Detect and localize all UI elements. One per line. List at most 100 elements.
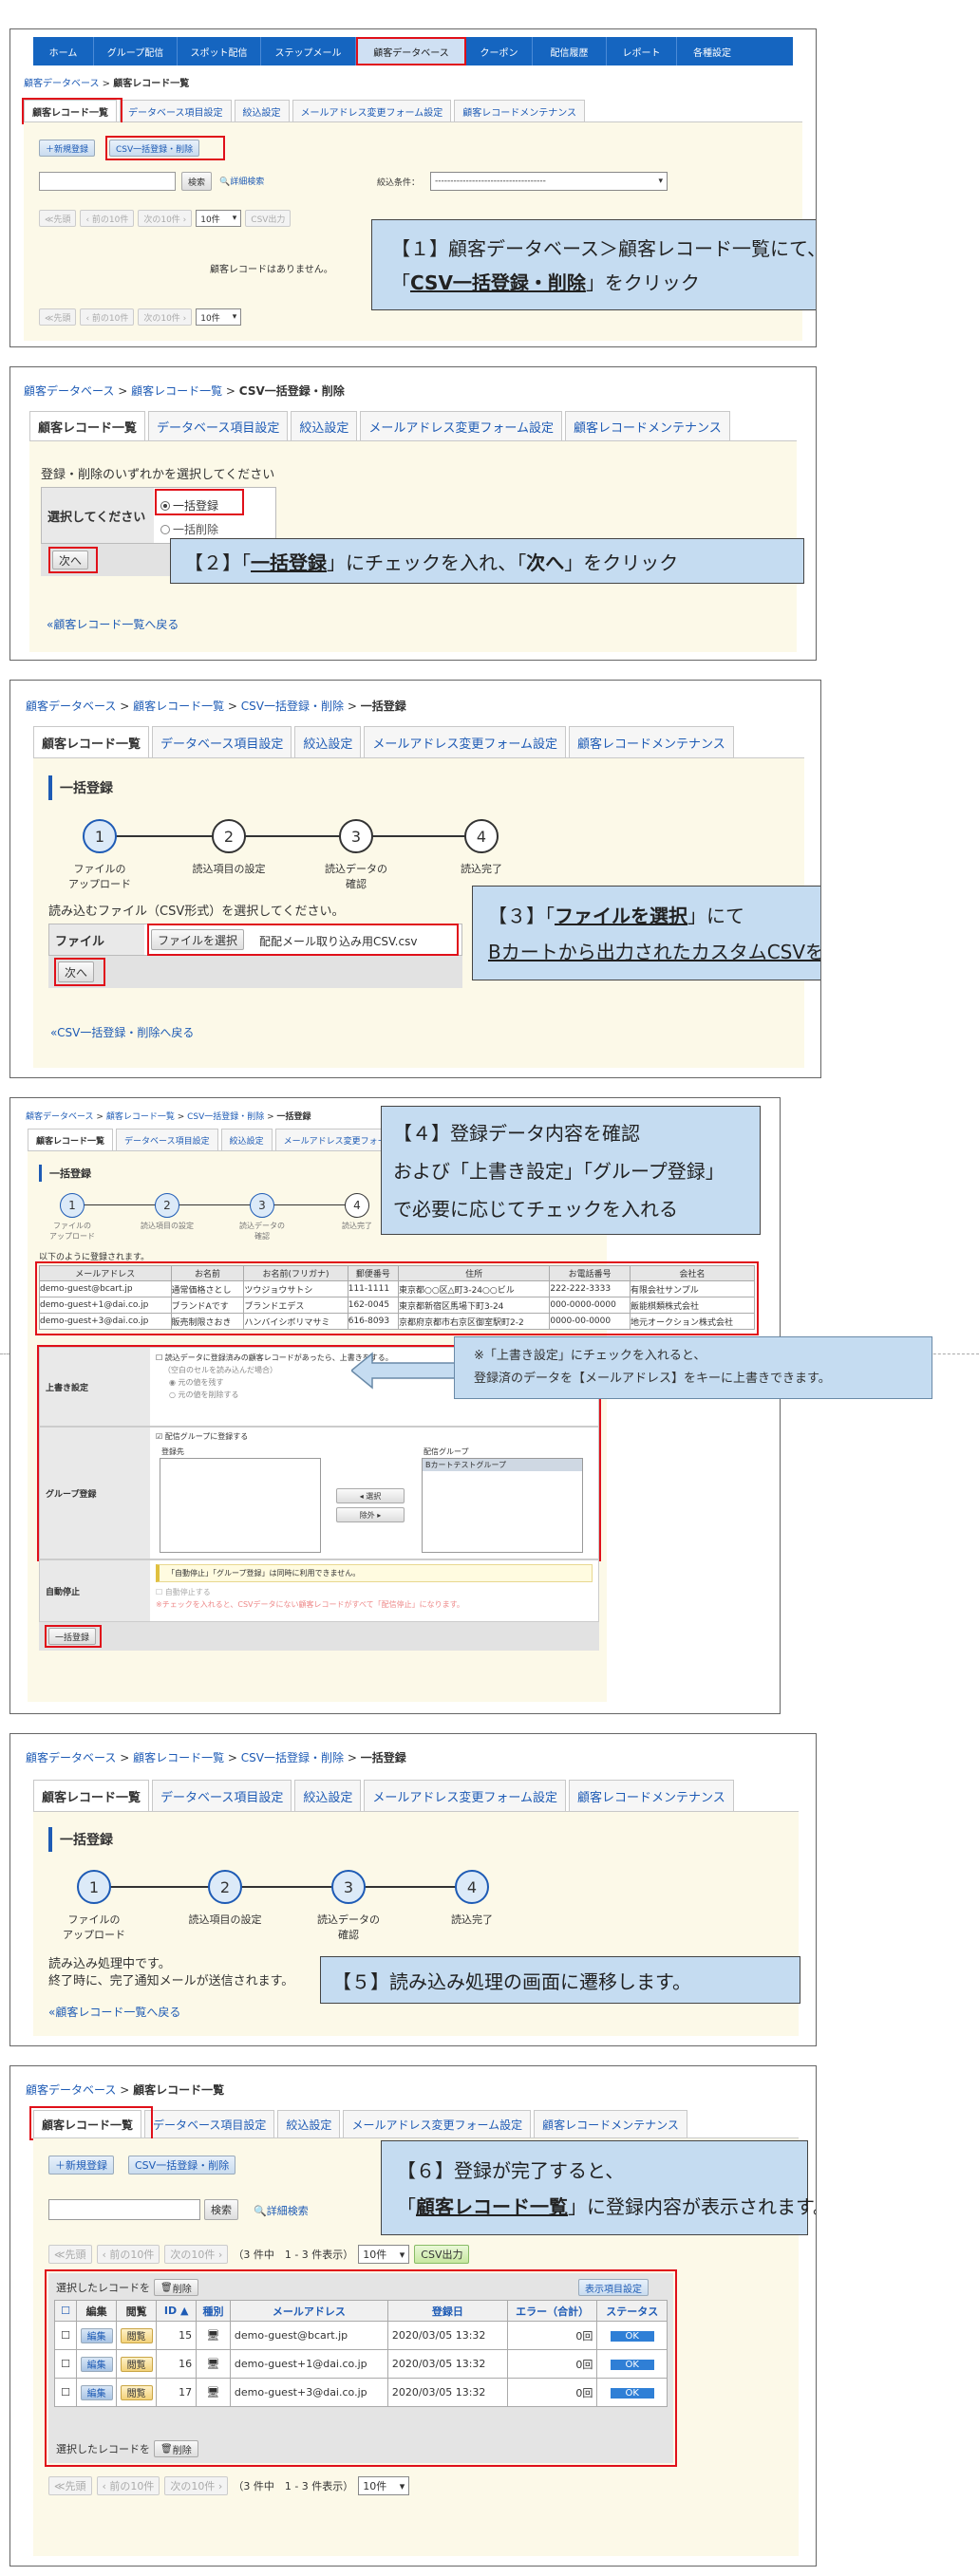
nav-group-mail[interactable]: グループ配信: [94, 37, 178, 65]
tab-filter[interactable]: 絞込設定: [294, 726, 362, 757]
step-circle: 3: [331, 1870, 366, 1904]
back-link[interactable]: «顧客レコード一覧へ戻る: [48, 2004, 180, 2020]
step-2: 2 読込項目の設定: [181, 819, 276, 876]
breadcrumb-csv[interactable]: CSV一括登録・削除: [241, 700, 344, 713]
tab-db-fields[interactable]: データベース項目設定: [152, 1780, 292, 1811]
tab-db-fields[interactable]: データベース項目設定: [152, 726, 292, 757]
section-title: 一括登録: [48, 775, 113, 800]
nav-coupon[interactable]: クーポン: [466, 37, 533, 65]
nav-report[interactable]: レポート: [607, 37, 677, 65]
pager-prev[interactable]: ‹ 前の10件: [96, 2476, 160, 2495]
callout-step5: 【５】読み込み処理の画面に遷移します。: [320, 1956, 800, 2004]
csv-bulk-button[interactable]: CSV一括登録・削除: [128, 2156, 236, 2175]
autostop-checkbox-label: 自動停止する: [164, 1588, 211, 1596]
csv-export-button[interactable]: CSV出力: [414, 2245, 470, 2264]
pager-prev[interactable]: ‹ 前の10件: [80, 308, 135, 326]
tab-record-list[interactable]: 顧客レコード一覧: [29, 411, 146, 440]
pager-first[interactable]: ≪先頭: [39, 210, 77, 227]
breadcrumb-customer-db[interactable]: 顧客データベース: [24, 79, 100, 89]
breadcrumb-customer-db[interactable]: 顧客データベース: [26, 700, 116, 713]
tab-email-form[interactable]: メールアドレス変更フォーム設定: [360, 411, 563, 440]
per-page-select[interactable]: 10件 ▾: [196, 308, 242, 326]
callout-step6: 【６】登録が完了すると、 「顧客レコード一覧」に登録内容が表示されます。: [381, 2140, 816, 2235]
tab-db-fields[interactable]: データベース項目設定: [120, 100, 232, 121]
tab-maintenance[interactable]: 顧客レコードメンテナンス: [569, 726, 734, 757]
note-line1: ※「上書き設定」にチェックを入れると、: [474, 1349, 706, 1363]
new-record-button[interactable]: ＋新規登録: [48, 2156, 114, 2175]
search-button[interactable]: 検索: [181, 172, 213, 191]
search-input[interactable]: [39, 172, 176, 191]
per-page-select[interactable]: 10件 ▾: [358, 2245, 410, 2264]
search-input[interactable]: [48, 2199, 200, 2220]
tab-db-fields[interactable]: データベース項目設定: [116, 1129, 218, 1150]
tab-filter[interactable]: 絞込設定: [291, 411, 358, 440]
back-link-label: CSV一括登録・削除へ戻る: [57, 1026, 195, 1039]
nav-customer-db[interactable]: 顧客データベース: [356, 37, 466, 65]
panel-step4: 顧客データベース > 顧客レコード一覧 > CSV一括登録・削除 > 一括登録 …: [9, 1097, 781, 1714]
per-page-select[interactable]: 10件 ▾: [358, 2476, 410, 2495]
breadcrumb-csv[interactable]: CSV一括登録・削除: [241, 1751, 344, 1764]
back-link[interactable]: «CSV一括登録・削除へ戻る: [50, 1024, 194, 1040]
processing-message: 読み込み処理中です。 終了時に、完了通知メールが送信されます。: [48, 1956, 293, 1990]
filter-select-value: ------------------------------------: [435, 177, 546, 186]
nav-step-mail[interactable]: ステップメール: [261, 37, 356, 65]
magnifier-icon: 🔍: [219, 177, 231, 187]
pager-first[interactable]: ≪先頭: [39, 308, 77, 326]
nav-home[interactable]: ホーム: [33, 37, 94, 65]
back-link[interactable]: «顧客レコード一覧へ戻る: [47, 616, 179, 632]
step-circle: 1: [60, 1193, 85, 1218]
tab-email-form[interactable]: メールアドレス変更フォーム設定: [364, 726, 567, 757]
tab-maintenance[interactable]: 顧客レコードメンテナンス: [454, 100, 586, 121]
record-count: （3 件中 1 - 3 件表示）: [233, 2480, 354, 2492]
breadcrumb-customer-db[interactable]: 顧客データベース: [26, 2083, 116, 2097]
tab-db-fields[interactable]: データベース項目設定: [148, 411, 289, 440]
per-page-select[interactable]: 10件 ▾: [196, 210, 242, 227]
new-record-button[interactable]: ＋新規登録: [39, 140, 96, 157]
tab-email-form[interactable]: メールアドレス変更フォーム設定: [364, 1780, 567, 1811]
pager-first[interactable]: ≪先頭: [48, 2476, 92, 2495]
radio-bulk-delete[interactable]: 一括削除: [160, 521, 218, 537]
pager-first[interactable]: ≪先頭: [48, 2245, 92, 2264]
tab-db-fields[interactable]: データベース項目設定: [144, 2110, 275, 2137]
pager-next[interactable]: 次の10件 ›: [138, 308, 193, 326]
pager-next[interactable]: 次の10件 ›: [164, 2245, 229, 2264]
tab-record-list[interactable]: 顧客レコード一覧: [33, 726, 150, 757]
breadcrumb-customer-db[interactable]: 顧客データベース: [26, 1112, 94, 1122]
tab-maintenance[interactable]: 顧客レコードメンテナンス: [565, 411, 730, 440]
pager-prev[interactable]: ‹ 前の10件: [80, 210, 135, 227]
tab-record-list[interactable]: 顧客レコード一覧: [33, 1780, 150, 1811]
autostop-label: 自動停止: [40, 1560, 150, 1621]
nav-history[interactable]: 配信履歴: [533, 37, 607, 65]
tab-email-form[interactable]: メールアドレス変更フォーム設定: [343, 2110, 532, 2137]
filter-select[interactable]: ------------------------------------ ▾: [430, 172, 668, 191]
breadcrumb-record-list[interactable]: 顧客レコード一覧: [106, 1112, 175, 1122]
tab-filter[interactable]: 絞込設定: [294, 1780, 362, 1811]
csv-export-button[interactable]: CSV出力: [245, 210, 292, 227]
breadcrumb-record-list[interactable]: 顧客レコード一覧: [133, 700, 224, 713]
autostop-checkbox[interactable]: ☐ 自動停止する: [156, 1586, 593, 1598]
tab-filter[interactable]: 絞込設定: [220, 1129, 273, 1150]
search-button[interactable]: 検索: [204, 2199, 238, 2220]
highlight-submit: [45, 1625, 102, 1648]
step-label: ファイルの: [73, 863, 126, 875]
breadcrumb-record-list[interactable]: 顧客レコード一覧: [131, 384, 222, 398]
tab-maintenance[interactable]: 顧客レコードメンテナンス: [569, 1780, 734, 1811]
breadcrumb-customer-db[interactable]: 顧客データベース: [26, 1751, 116, 1764]
advanced-search-link[interactable]: 🔍詳細検索: [254, 2203, 309, 2218]
tab-filter[interactable]: 絞込設定: [277, 2110, 341, 2137]
nav-settings[interactable]: 各種設定: [677, 37, 747, 65]
breadcrumb-record-list[interactable]: 顧客レコード一覧: [133, 1751, 224, 1764]
advanced-search-link[interactable]: 🔍詳細検索: [219, 175, 264, 187]
breadcrumb-customer-db[interactable]: 顧客データベース: [24, 384, 114, 398]
pager-next[interactable]: 次の10件 ›: [164, 2476, 229, 2495]
breadcrumb-csv[interactable]: CSV一括登録・削除: [187, 1112, 264, 1122]
nav-spot-mail[interactable]: スポット配信: [178, 37, 261, 65]
pager-next[interactable]: 次の10件 ›: [138, 210, 193, 227]
step-circle: 1: [83, 819, 117, 853]
tab-maintenance[interactable]: 顧客レコードメンテナンス: [534, 2110, 687, 2137]
pager-prev[interactable]: ‹ 前の10件: [96, 2245, 160, 2264]
tab-email-form[interactable]: メールアドレス変更フォーム設定: [292, 100, 452, 121]
tab-record-list[interactable]: 顧客レコード一覧: [28, 1129, 114, 1150]
back-link-label: 顧客レコード一覧へ戻る: [53, 618, 179, 631]
tab-filter[interactable]: 絞込設定: [234, 100, 290, 121]
